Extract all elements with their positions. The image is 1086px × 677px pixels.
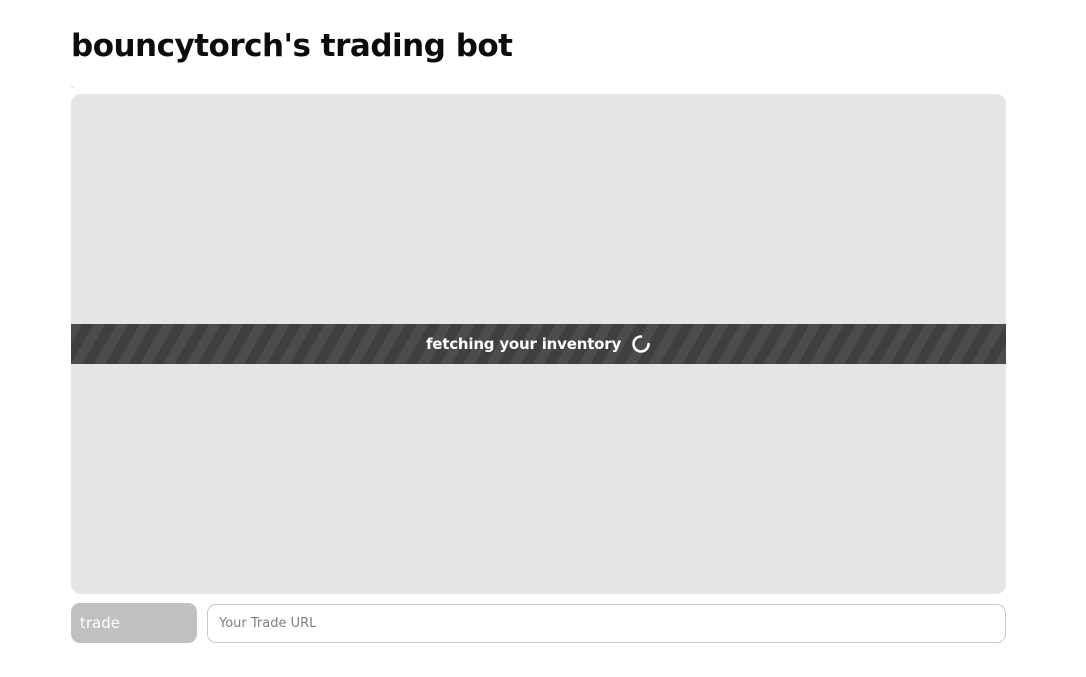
inventory-panel: fetching your inventory [71,94,1006,594]
loading-text: fetching your inventory [425,335,622,353]
trade-button[interactable]: trade [71,603,197,643]
loading-bar: fetching your inventory [71,324,1006,364]
divider-mark [71,86,75,88]
spinner-icon [631,334,651,354]
page: bouncytorch's trading bot fetching your … [0,0,1086,677]
trade-url-input[interactable] [207,604,1006,643]
page-title: bouncytorch's trading bot [71,28,513,64]
